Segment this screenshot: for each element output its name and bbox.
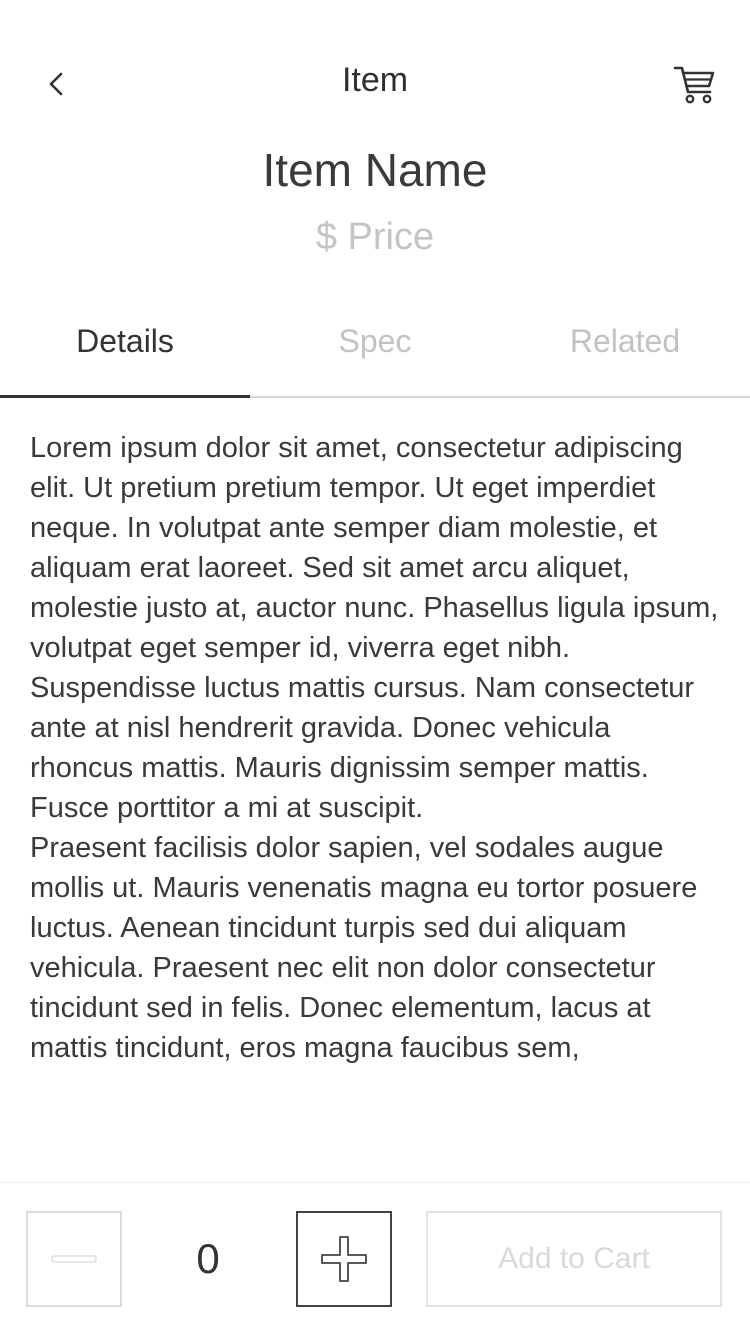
tab-details[interactable]: Details (0, 300, 250, 398)
cart-button[interactable] (670, 60, 720, 110)
increase-quantity-button[interactable] (296, 1211, 392, 1307)
add-to-cart-button[interactable]: Add to Cart (426, 1211, 722, 1307)
plus-icon (321, 1236, 367, 1282)
tab-spec[interactable]: Spec (250, 300, 500, 396)
minus-icon (51, 1255, 97, 1263)
item-name: Item Name (262, 144, 488, 196)
bottom-action-bar: 0 Add to Cart (0, 1182, 750, 1335)
decrease-quantity-button[interactable] (26, 1211, 122, 1307)
tab-bar: Details Spec Related (0, 300, 750, 398)
top-navigation-bar: Item (0, 0, 750, 160)
tab-related[interactable]: Related (500, 300, 750, 396)
details-paragraph: Praesent facilisis dolor sapien, vel sod… (30, 832, 698, 1064)
item-price: $ Price (315, 216, 435, 258)
cart-icon (673, 66, 715, 104)
details-paragraph: Lorem ipsum dolor sit amet, consectetur … (30, 432, 719, 824)
details-content[interactable]: Lorem ipsum dolor sit amet, consectetur … (30, 428, 720, 1184)
quantity-value: 0 (196, 1235, 220, 1282)
page-title: Item (341, 61, 409, 99)
